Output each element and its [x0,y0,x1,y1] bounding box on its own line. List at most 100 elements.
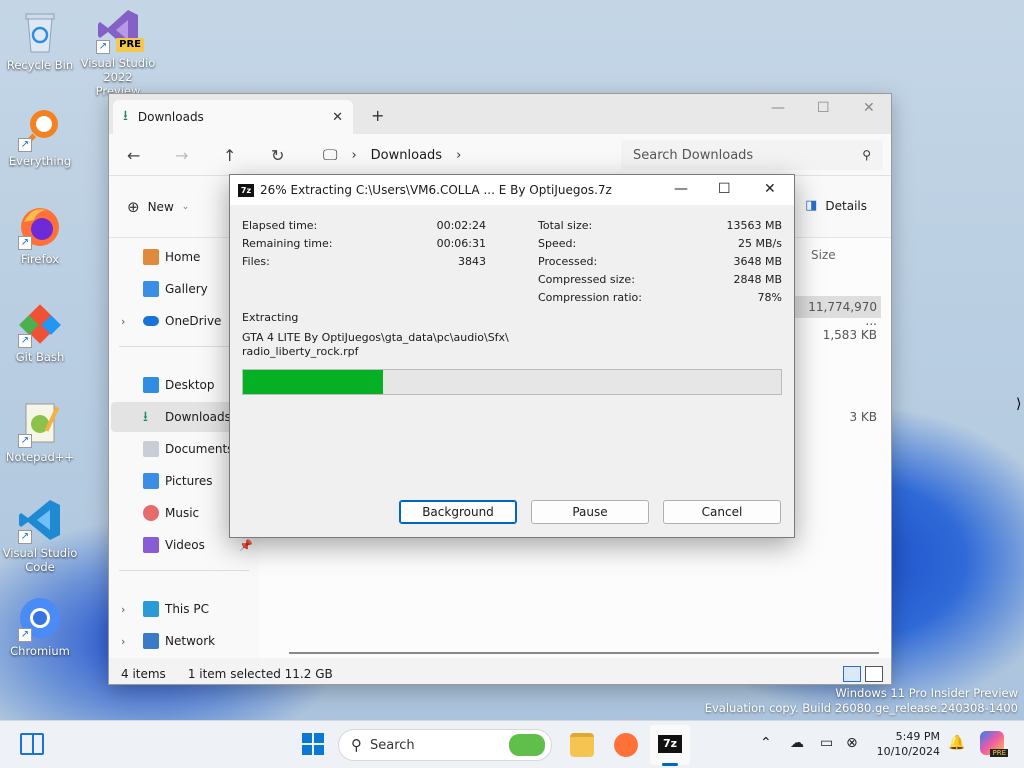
documents-icon [143,441,159,457]
address-breadcrumb[interactable]: 🖵 › Downloads › [313,140,611,170]
display-icon[interactable]: ▭ [820,735,833,751]
maximize-icon[interactable]: ☐ [817,100,830,116]
current-file-path-line2: radio_liberty_rock.rpf [242,345,359,358]
firefox-icon: ↗ [16,202,64,250]
close-tab-icon[interactable]: ✕ [332,110,343,125]
desktop-icon-vscode[interactable]: ↗ Visual Studio Code [2,496,78,574]
file-explorer-taskbar-icon[interactable] [570,733,594,757]
progress-bar-fill [243,370,383,394]
desktop-icon-everything[interactable]: ↗ Everything [2,104,78,168]
chevron-right-icon[interactable]: › [121,603,125,616]
nav-item-this-pc[interactable]: › This PC [111,594,257,624]
nav-item-network[interactable]: › Network [111,626,257,656]
back-icon[interactable]: ← [127,146,140,165]
copilot-preview-badge: PRE [990,749,1008,757]
desktop-icon-visual-studio[interactable]: PRE ↗ Visual Studio 2022 Preview [80,6,156,98]
notepad-plus-plus-icon: ↗ [16,400,64,448]
view-switcher [843,666,883,682]
status-bar: 4 items 1 item selected 11.2 GB [109,662,891,686]
nav-label: Gallery [165,282,208,296]
details-pane-icon: ◨ [805,198,818,213]
search-placeholder: Search Downloads [633,147,754,163]
shortcut-arrow-icon: ↗ [18,628,32,642]
chevron-right-icon[interactable]: › [456,148,461,163]
chevron-right-icon: › [351,147,357,163]
volume-muted-icon[interactable]: ⊗ [846,735,858,751]
speed-label: Speed: [538,237,577,250]
speed-value: 25 MB/s [738,237,782,250]
chevron-up-icon[interactable]: ⌃ [760,735,772,751]
minimize-icon[interactable]: — [771,100,785,116]
nav-label: Music [165,506,200,520]
elapsed-time-value: 00:02:24 [436,219,486,232]
details-button[interactable]: ◨ Details [805,198,867,213]
this-pc-icon [143,601,159,617]
explorer-tab-bar: ⭳ Downloads ✕ + — ☐ ✕ [109,94,891,134]
taskbar-search-box[interactable]: ⚲ Search [338,729,552,761]
resize-cursor-icon: ⟩ [1016,396,1022,412]
pause-button[interactable]: Pause [531,500,649,524]
copilot-icon[interactable]: PRE [980,731,1008,757]
cancel-button[interactable]: Cancel [663,500,781,524]
background-button[interactable]: Background [399,500,517,524]
desktop-icon-git-bash[interactable]: ↗ Git Bash [2,300,78,364]
chevron-right-icon[interactable]: › [121,635,125,648]
pictures-icon [143,473,159,489]
nav-label: Desktop [165,378,215,392]
processed-value: 3648 MB [733,255,782,268]
notification-bell-icon[interactable]: 🔔 [948,735,965,751]
desktop-icon-recycle-bin[interactable]: Recycle Bin [2,8,78,72]
everything-search-icon: ↗ [16,104,64,152]
new-button[interactable]: ⊕ New ⌄ [127,198,189,216]
breadcrumb-downloads[interactable]: Downloads [371,148,442,163]
current-file-path: GTA 4 LITE By OptiJuegos\gta_data\pc\aud… [242,331,562,359]
network-status-icon[interactable]: ☁ [790,735,804,751]
downloads-icon: ⭳ [143,409,148,425]
tiles-view-icon[interactable] [865,666,883,682]
widgets-icon[interactable] [20,733,44,755]
forward-icon[interactable]: → [175,146,188,165]
7zip-taskbar-button[interactable]: 7z [650,725,690,765]
dialog-title-bar: 7z 26% Extracting C:\Users\VM6.COLLA ...… [230,175,794,205]
chevron-right-icon[interactable]: › [121,315,125,328]
shortcut-arrow-icon: ↗ [96,40,110,54]
total-size-value: 13563 MB [726,219,782,232]
files-value: 3843 [458,255,486,268]
desktop-icon-chromium[interactable]: ↗ Chromium [2,594,78,658]
total-size-label: Total size: [538,219,593,232]
tab-title: Downloads [137,110,204,124]
firefox-taskbar-icon[interactable] [614,733,638,757]
elapsed-time-label: Elapsed time: [242,219,318,232]
desktop-icon-label: Git Bash [15,350,65,364]
column-header-size[interactable]: Size [811,248,836,262]
7zip-icon: 7z [238,183,254,197]
refresh-icon[interactable]: ↻ [271,146,284,165]
maximize-icon[interactable]: ☐ [718,181,731,197]
monitor-icon: 🖵 [323,146,338,164]
tab-downloads[interactable]: ⭳ Downloads ✕ [113,100,353,134]
download-arrow-icon: ⭳ [123,108,128,124]
up-icon[interactable]: ↑ [223,146,236,165]
details-label: Details [825,198,867,213]
gallery-icon [143,281,159,297]
desktop-icon-label: Chromium [10,644,70,658]
dialog-title: 26% Extracting C:\Users\VM6.COLLA ... E … [260,183,612,197]
new-tab-button[interactable]: + [371,106,384,125]
system-clock[interactable]: 5:49 PM 10/10/2024 [870,729,940,759]
search-input[interactable]: Search Downloads ⚲ [621,140,883,170]
start-button[interactable] [302,733,324,755]
details-view-icon[interactable] [843,666,861,682]
horizontal-scrollbar[interactable] [289,652,879,654]
close-window-icon[interactable]: ✕ [863,100,875,116]
desktop-icon-notepad-plus-plus[interactable]: ↗ Notepad++ [2,400,78,464]
extraction-progress-bar [242,369,782,395]
shortcut-arrow-icon: ↗ [18,530,32,544]
extraction-progress-dialog: 7z 26% Extracting C:\Users\VM6.COLLA ...… [229,174,795,538]
compressed-size-value: 2848 MB [733,273,782,286]
close-icon[interactable]: ✕ [764,181,776,197]
minimize-icon[interactable]: — [674,181,688,197]
selection-info: 1 item selected 11.2 GB [187,667,333,681]
desktop-icon-firefox[interactable]: ↗ Firefox [2,202,78,266]
remaining-time-value: 00:06:31 [436,237,486,250]
desktop-icon-label: Notepad++ [5,450,75,464]
